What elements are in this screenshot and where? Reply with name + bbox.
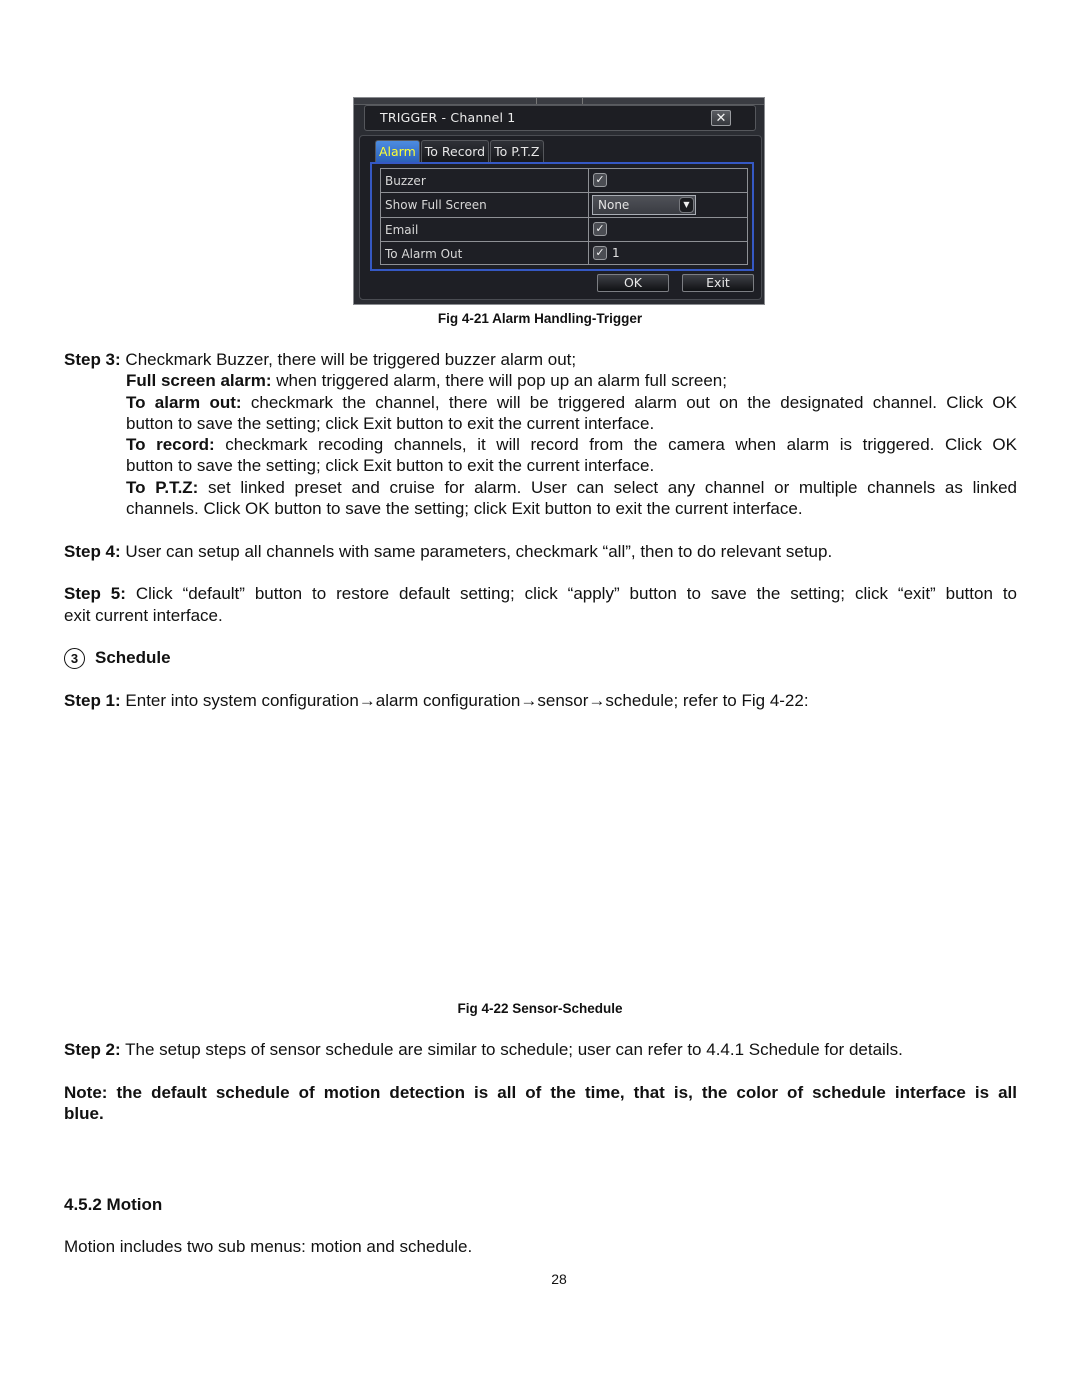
term-text: set linked preset and cruise for alarm. …: [198, 478, 1017, 497]
dialog-titlebar: TRIGGER - Channel 1 ✕: [364, 105, 756, 131]
tab-to-ptz[interactable]: To P.T.Z: [490, 140, 544, 163]
row-label: Buzzer: [385, 174, 426, 188]
step5-paragraph-line1: Step 5: Click “default” button to restor…: [64, 583, 1017, 605]
step-text: Enter into system configuration→alarm co…: [120, 691, 809, 710]
email-checkbox[interactable]: ✓: [593, 222, 607, 236]
motion-paragraph: Motion includes two sub menus: motion an…: [64, 1237, 473, 1256]
step-text: Click “default” button to restore defaul…: [125, 584, 1017, 603]
term-label: To alarm out:: [126, 393, 242, 412]
chevron-down-icon[interactable]: ▼: [679, 197, 694, 213]
schedule-step1-paragraph: Step 1: Enter into system configuration→…: [64, 690, 1019, 712]
ptz-paragraph-line2: channels. Click OK button to save the se…: [126, 499, 803, 518]
row-label: Show Full Screen: [385, 198, 487, 212]
step-text: The setup steps of sensor schedule are s…: [120, 1040, 903, 1059]
term-label: To record:: [126, 435, 215, 454]
alarm-out-paragraph-line2: button to save the setting; click Exit b…: [126, 414, 655, 433]
figure-4-22-placeholder: [300, 720, 780, 990]
alarm-out-channel: 1: [612, 246, 620, 260]
note-line1: Note: the default schedule of motion det…: [64, 1083, 1017, 1102]
note-line2: blue.: [64, 1104, 104, 1123]
ok-button[interactable]: OK: [597, 274, 669, 292]
row-to-alarm-out: To Alarm Out ✓ 1: [381, 242, 747, 265]
page-number: 28: [551, 1271, 567, 1287]
full-screen-paragraph: Full screen alarm: when triggered alarm,…: [126, 370, 1019, 392]
term-text: checkmark the channel, there will be tri…: [241, 393, 1017, 412]
motion-heading: 4.5.2 Motion: [64, 1195, 163, 1214]
schedule-step2-paragraph: Step 2: The setup steps of sensor schedu…: [64, 1039, 1019, 1061]
close-icon[interactable]: ✕: [711, 110, 731, 126]
column-divider: [588, 169, 589, 192]
ptz-paragraph-line1: To P.T.Z: set linked preset and cruise f…: [126, 477, 1017, 499]
strip-tick: [582, 98, 583, 104]
step3-paragraph: Step 3: Checkmark Buzzer, there will be …: [64, 349, 1019, 371]
tab-alarm[interactable]: Alarm: [375, 140, 420, 163]
term-text: checkmark recoding channels, it will rec…: [214, 435, 1017, 454]
settings-table: Buzzer ✓ Show Full Screen None ▼ Email ✓…: [380, 168, 748, 265]
alarm-tab-panel: Buzzer ✓ Show Full Screen None ▼ Email ✓…: [370, 162, 754, 271]
column-divider: [588, 218, 589, 241]
alarm-out-checkbox[interactable]: ✓: [593, 246, 607, 260]
term-text: when triggered alarm, there will pop up …: [271, 371, 727, 390]
schedule-heading: 3 Schedule: [64, 647, 171, 669]
term-label: Full screen alarm:: [126, 371, 272, 390]
row-buzzer: Buzzer ✓: [381, 169, 747, 193]
dialog-top-strip: [354, 98, 764, 105]
exit-button[interactable]: Exit: [682, 274, 754, 292]
row-label: To Alarm Out: [385, 247, 463, 261]
dialog-title: TRIGGER - Channel 1: [380, 110, 516, 125]
tab-to-record[interactable]: To Record: [420, 140, 490, 163]
step-label: Step 1:: [64, 691, 121, 710]
column-divider: [588, 193, 589, 217]
step4-paragraph: Step 4: User can setup all channels with…: [64, 541, 1019, 563]
row-email: Email ✓: [381, 218, 747, 242]
column-divider: [588, 242, 589, 265]
strip-tick: [536, 98, 537, 104]
circled-number-icon: 3: [64, 648, 85, 669]
step-text: User can setup all channels with same pa…: [120, 542, 833, 561]
step5-paragraph-line2: exit current interface.: [64, 606, 223, 625]
step-label: Step 5:: [64, 584, 126, 603]
trigger-dialog: TRIGGER - Channel 1 ✕ Alarm To Record To…: [353, 97, 765, 305]
row-show-full-screen: Show Full Screen None ▼: [381, 193, 747, 218]
step-label: Step 3:: [64, 350, 121, 369]
figure-caption: Fig 4-21 Alarm Handling-Trigger: [437, 311, 643, 326]
dialog-tabs: Alarm To Record To P.T.Z: [375, 140, 544, 163]
buzzer-checkbox[interactable]: ✓: [593, 173, 607, 187]
step-label: Step 4:: [64, 542, 121, 561]
alarm-out-paragraph-line1: To alarm out: checkmark the channel, the…: [126, 392, 1017, 414]
step-label: Step 2:: [64, 1040, 121, 1059]
figure-caption: Fig 4-22 Sensor-Schedule: [457, 1001, 623, 1016]
record-paragraph-line2: button to save the setting; click Exit b…: [126, 456, 655, 475]
select-value: None: [598, 198, 630, 212]
heading-text: Schedule: [95, 648, 171, 667]
full-screen-select[interactable]: None ▼: [592, 195, 696, 215]
record-paragraph-line1: To record: checkmark recoding channels, …: [126, 434, 1017, 456]
term-label: To P.T.Z:: [126, 478, 199, 497]
row-label: Email: [385, 223, 419, 237]
step-text: Checkmark Buzzer, there will be triggere…: [120, 350, 577, 369]
